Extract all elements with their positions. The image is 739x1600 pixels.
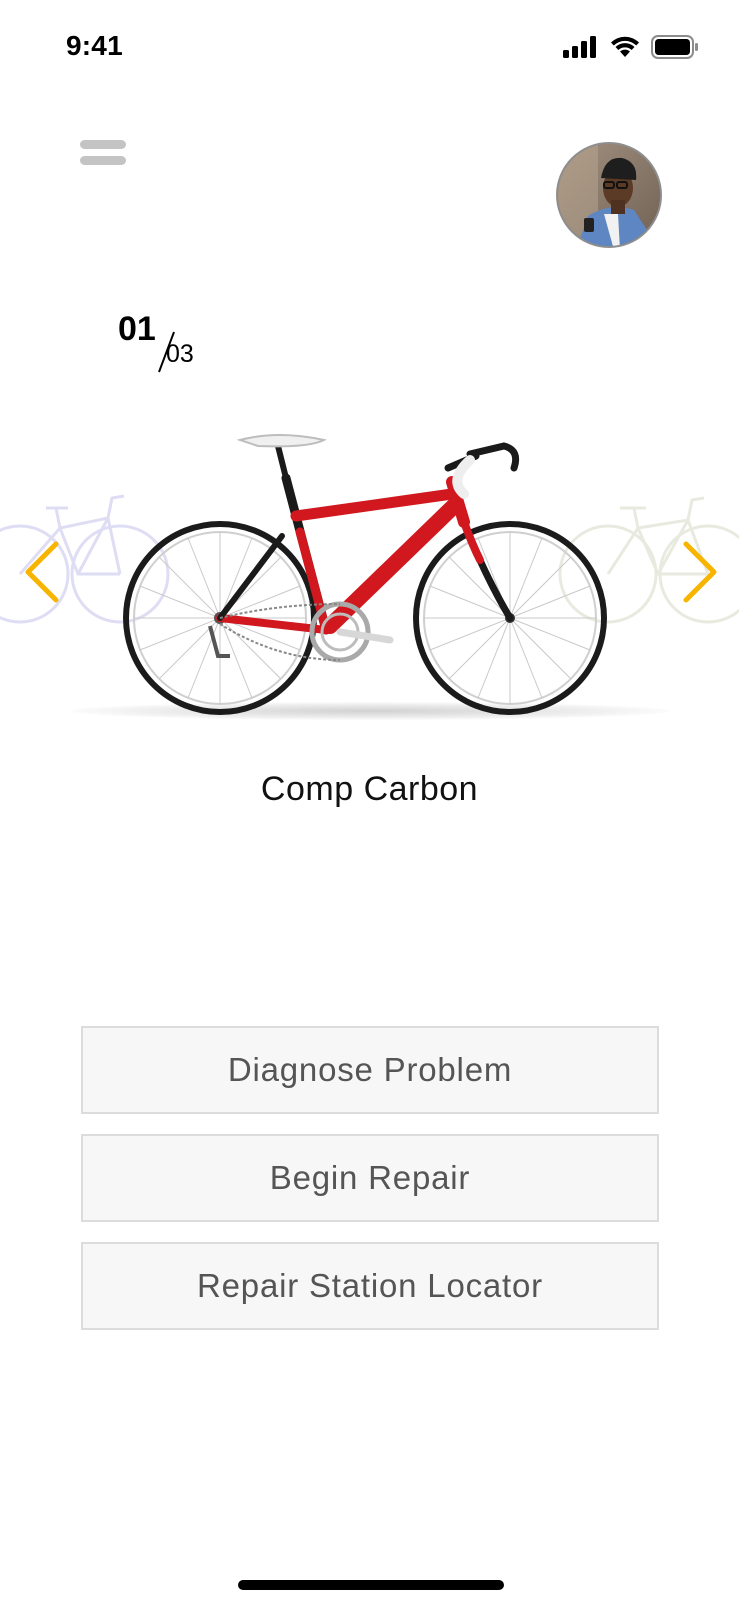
menu-line	[80, 140, 126, 149]
bike-name: Comp Carbon	[260, 770, 479, 808]
avatar-image	[558, 144, 660, 246]
status-bar: 9:41	[0, 0, 739, 96]
begin-repair-button[interactable]: Begin Repair	[81, 1134, 659, 1222]
wifi-icon	[611, 36, 639, 57]
home-indicator[interactable]	[238, 1580, 504, 1590]
status-time: 9:41	[66, 30, 123, 61]
chevron-right-icon[interactable]	[680, 540, 720, 604]
menu-line	[80, 156, 126, 165]
slide-current: 01	[118, 310, 156, 348]
status-icons	[563, 34, 699, 60]
slide-counter: 01 03	[118, 310, 238, 380]
bike-carousel[interactable]: FELT	[0, 410, 739, 740]
slide-total: 03	[166, 340, 194, 368]
bike-image: FELT	[123, 434, 607, 715]
signal-icon	[563, 36, 596, 58]
diagnose-problem-button[interactable]: Diagnose Problem	[81, 1026, 659, 1114]
action-list: Diagnose Problem Begin Repair Repair Sta…	[81, 1026, 659, 1350]
hamburger-menu-icon[interactable]	[80, 140, 126, 168]
battery-icon	[651, 35, 698, 59]
repair-station-locator-button[interactable]: Repair Station Locator	[81, 1242, 659, 1330]
user-avatar[interactable]	[556, 142, 662, 248]
chevron-left-icon[interactable]	[22, 540, 62, 604]
